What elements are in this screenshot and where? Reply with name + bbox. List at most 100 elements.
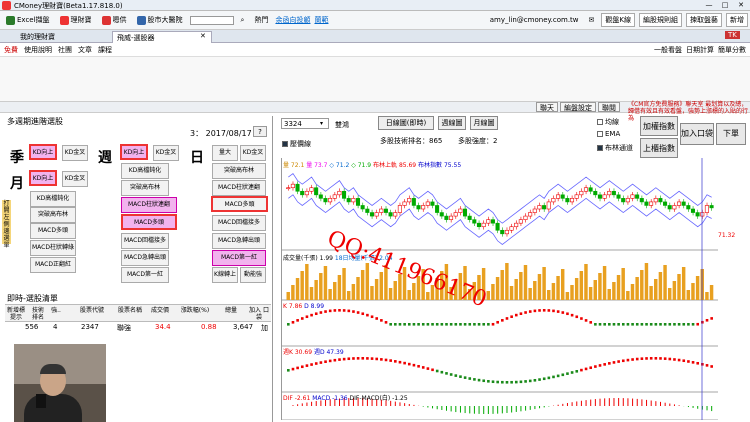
sub-right-3[interactable]: 簡單分數: [718, 45, 746, 55]
month-macd-bar[interactable]: MACD柱狀轉綠: [30, 240, 76, 256]
week-macd-first-red[interactable]: MACD第一紅: [121, 267, 169, 283]
volume-bar: [360, 270, 365, 300]
bollinger-checkbox[interactable]: 布林通道: [597, 143, 633, 153]
day-macd-bull[interactable]: MACD多頭: [211, 196, 268, 212]
ema-checkbox[interactable]: EMA: [597, 130, 620, 138]
sub-right-2[interactable]: 日期計算: [686, 45, 714, 55]
k-dot: [319, 311, 323, 314]
otc-index-button[interactable]: 上櫃指數: [640, 138, 678, 158]
week-macd-bull[interactable]: MACD多頭: [121, 214, 177, 230]
mail-icon[interactable]: ✉: [586, 15, 598, 25]
toolbar-right-3[interactable]: 揀取盤藝: [686, 13, 722, 27]
candle: [518, 219, 523, 224]
toolbar-hospital[interactable]: 股市大醫院: [134, 14, 186, 26]
k-dot: [482, 323, 486, 326]
stock-chart[interactable]: [281, 158, 718, 421]
daily-chart-button[interactable]: 日線圖(即時): [378, 116, 434, 130]
weekly-k-dot: [696, 361, 700, 365]
week-kd-high[interactable]: KD高檔鈍化: [121, 163, 169, 179]
toolbar-wealth[interactable]: 理財寶: [57, 14, 95, 26]
day-kd-cross[interactable]: KD金叉: [240, 145, 266, 161]
th-code[interactable]: 股票代號: [77, 307, 107, 314]
th-volume[interactable]: 總量: [219, 307, 243, 314]
user-email[interactable]: amy_lin@cmoney.com.tw: [487, 15, 582, 25]
weekly-k-dot: [421, 366, 425, 369]
th-price[interactable]: 成交價: [147, 307, 173, 314]
th-new[interactable]: 新增標 提示: [5, 307, 27, 321]
chat-button[interactable]: 聯天: [536, 102, 558, 112]
sub-article[interactable]: 文章: [78, 45, 92, 55]
season-kd-cross[interactable]: KD金叉: [62, 145, 88, 161]
month-kd-high[interactable]: KD高檔鈍化: [30, 191, 76, 207]
dropdown-icon[interactable]: ▾: [320, 120, 323, 127]
badge-tk[interactable]: TK: [725, 31, 740, 39]
day-macd-rebound[interactable]: MACD急轉出頭: [212, 233, 266, 249]
day-macd-pullback[interactable]: MACD回檔接多: [212, 215, 266, 231]
day-macd-bar[interactable]: MACD柱狀連翻: [212, 180, 266, 196]
panel-divider[interactable]: [272, 116, 273, 422]
day-momentum[interactable]: 動能強: [240, 267, 266, 283]
toolbar-right-2[interactable]: 編股規則組: [639, 13, 682, 27]
month-break-boll[interactable]: 突破高布林: [30, 207, 76, 223]
month-kd-cross[interactable]: KD金叉: [62, 171, 88, 187]
sub-right-1[interactable]: 一般看盤: [654, 45, 682, 55]
season-kd-up[interactable]: KD向上: [29, 144, 57, 160]
help-button[interactable]: ?: [253, 126, 267, 137]
order-button[interactable]: 下單: [716, 123, 746, 145]
day-break-boll[interactable]: 突破高布林: [212, 163, 266, 179]
th-strength[interactable]: 強..: [49, 307, 63, 314]
chart-canvas[interactable]: [282, 158, 718, 421]
day-macd-first-red[interactable]: MACD第一紅: [212, 250, 266, 266]
minimize-button[interactable]: —: [702, 0, 716, 10]
tab-my-wealth[interactable]: 我的理財寶: [16, 31, 59, 43]
toolbar-excel[interactable]: Excel擷盤: [3, 14, 53, 26]
week-kd-up[interactable]: KD向上: [120, 144, 148, 160]
hot-link[interactable]: 余函向投顧: [275, 15, 310, 25]
close-panel-button[interactable]: 聯閱: [598, 102, 620, 112]
th-rank[interactable]: 技術 排名: [29, 307, 47, 321]
sub-free[interactable]: 免費: [4, 45, 18, 55]
week-macd-bar[interactable]: MACD柱狀連翻: [121, 197, 177, 213]
monthly-chart-button[interactable]: 月線圖: [470, 116, 498, 130]
week-break-boll[interactable]: 突破高布林: [121, 180, 169, 196]
toolbar-news[interactable]: 嗯供: [99, 14, 130, 26]
news-icon: [101, 15, 111, 25]
month-kd-up[interactable]: KD向上: [29, 170, 57, 186]
hot-link-2[interactable]: 蘭範: [314, 15, 328, 25]
maximize-button[interactable]: □: [718, 0, 732, 10]
sub-club[interactable]: 社團: [58, 45, 72, 55]
side-menu-strip[interactable]: 打開左側邊選單: [2, 200, 11, 249]
table-row[interactable]: 556 4 2347 聯強 34.4 0.88 3,647 加: [5, 322, 271, 332]
th-change[interactable]: 漲跌幅(%): [177, 307, 213, 314]
th-name[interactable]: 股票名稱: [113, 307, 147, 314]
sub-manual[interactable]: 使用說明: [24, 45, 52, 55]
tab-close-icon[interactable]: ✕: [200, 32, 206, 40]
taiex-button[interactable]: 加權指數: [640, 116, 678, 136]
month-macd-red[interactable]: MACD正翻紅: [30, 257, 76, 273]
price-check[interactable]: 壓價線: [282, 139, 311, 149]
weekly-chart-button[interactable]: 週線圖: [438, 116, 466, 130]
search-icon[interactable]: ⌕: [238, 15, 248, 26]
week-macd-rebound[interactable]: MACD急轉出頭: [121, 250, 169, 266]
k-dot: [370, 315, 374, 319]
candle: [435, 205, 440, 213]
day-volume-large[interactable]: 量大: [212, 145, 238, 161]
sub-course[interactable]: 課程: [98, 45, 112, 55]
search-input[interactable]: [189, 15, 234, 25]
close-button[interactable]: ✕: [734, 0, 748, 10]
candle: [546, 201, 551, 210]
ma-checkbox[interactable]: 均線: [597, 117, 619, 127]
week-kd-cross[interactable]: KD金叉: [153, 145, 179, 161]
k-dot: [459, 323, 462, 326]
layout-settings-button[interactable]: 編盤設定: [560, 102, 596, 112]
week-macd-pullback[interactable]: MACD回檔接多: [121, 233, 169, 249]
weekly-k-dot: [454, 374, 458, 377]
toolbar-right-1[interactable]: 觀盤K線: [601, 13, 635, 27]
th-pocket[interactable]: 加入 口袋: [249, 307, 269, 321]
volume-bar: [500, 270, 504, 300]
new-button[interactable]: 新增: [726, 13, 748, 27]
tab-stock-picker[interactable]: 飛威-選股器: [112, 31, 212, 43]
day-k-turn-up[interactable]: K線轉上: [212, 267, 238, 283]
add-pocket-button[interactable]: 加入口袋: [680, 123, 714, 145]
month-macd-bull[interactable]: MACD多頭: [30, 223, 76, 239]
